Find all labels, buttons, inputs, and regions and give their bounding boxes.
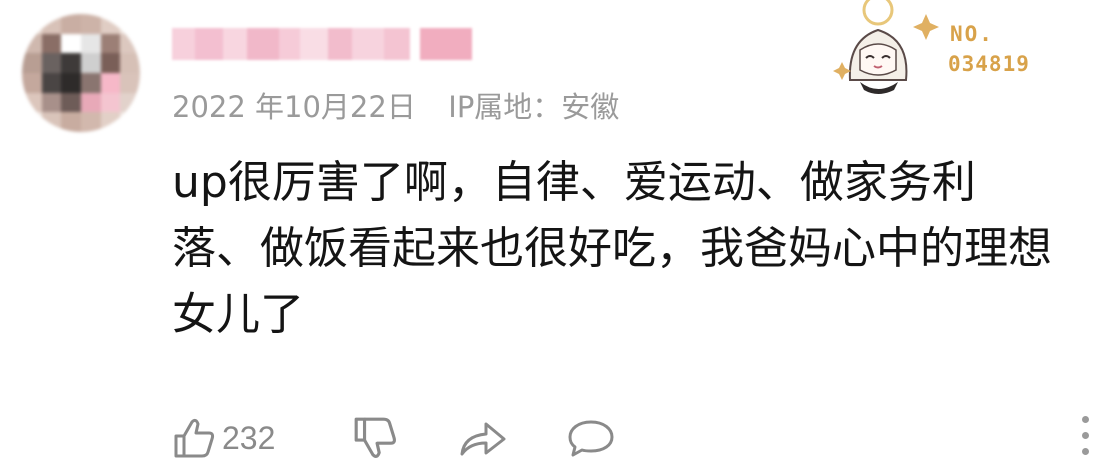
thumbs-down-icon	[354, 417, 396, 458]
thumbs-up-icon	[174, 418, 215, 458]
fan-badge: NO. 034819	[820, 0, 1060, 96]
like-count: 232	[222, 419, 276, 456]
more-vertical-icon	[1081, 416, 1089, 423]
comment-text: up很厉害了啊，自律、爱运动、做家务利落、做饭看起来也很好吃，我爸妈心中的理想女…	[172, 157, 1052, 340]
comment-date: 2022 年10月22日	[172, 90, 416, 124]
more-options-button[interactable]	[1078, 416, 1092, 460]
share-button[interactable]	[458, 412, 508, 464]
reply-button[interactable]	[566, 412, 616, 464]
share-icon	[460, 422, 506, 456]
character-avatar-icon	[833, 0, 939, 94]
badge-label: NO.	[950, 22, 994, 46]
username-blurred[interactable]	[172, 28, 472, 60]
comment-item: NO. 034819 2022 年10月22日 IP属地：安徽 up很厉害了啊，…	[0, 0, 1113, 472]
ip-location: IP属地：安徽	[448, 90, 620, 124]
like-button[interactable]: 232	[172, 412, 275, 464]
badge-number: 034819	[948, 52, 1030, 76]
avatar[interactable]	[22, 14, 140, 132]
dislike-button[interactable]	[352, 412, 398, 464]
comment-actions: 232	[172, 412, 1092, 464]
comment-meta: 2022 年10月22日 IP属地：安徽	[172, 84, 619, 126]
comment-icon	[568, 420, 614, 457]
